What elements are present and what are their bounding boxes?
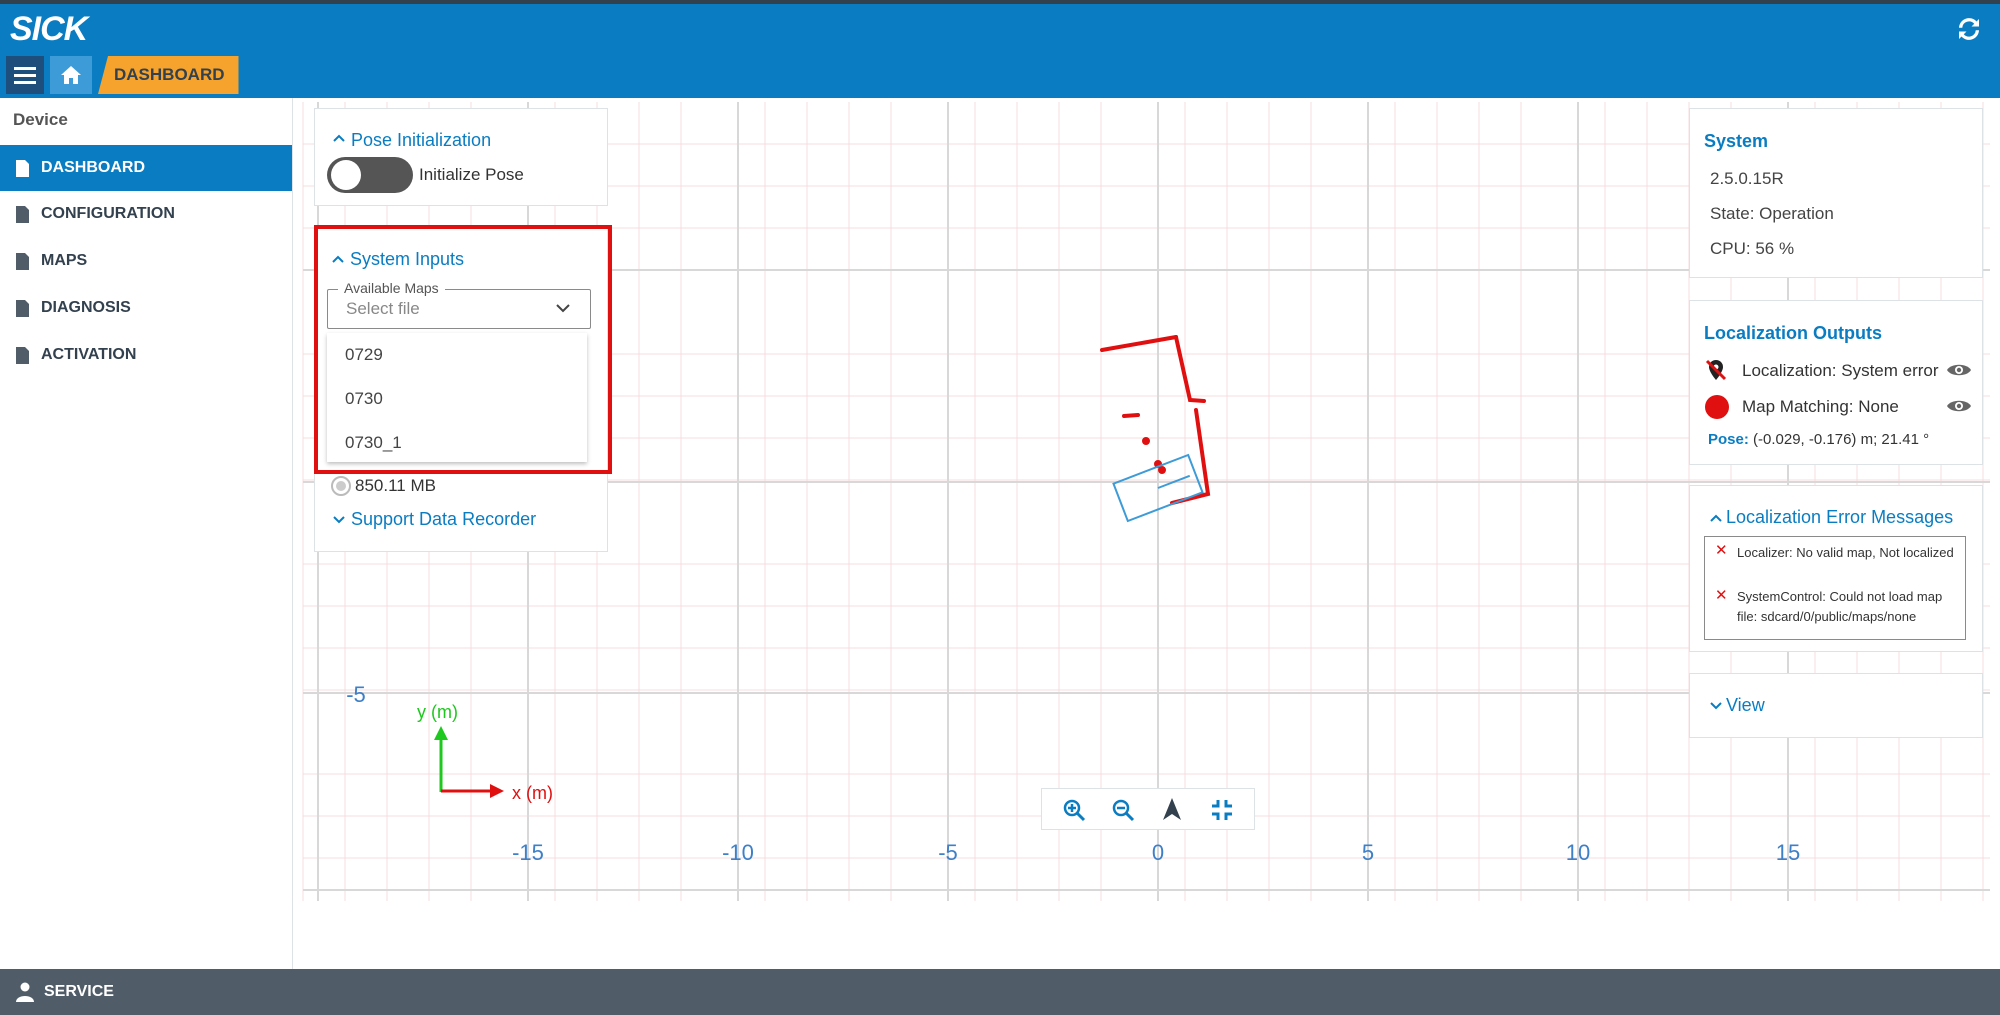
localization-error-messages-title[interactable]: Localization Error Messages (1726, 507, 1953, 528)
sidebar-item-label: CONFIGURATION (41, 205, 175, 222)
sidebar-item-label: DIAGNOSIS (41, 299, 131, 316)
x-tick-label: -15 (512, 840, 544, 865)
chevron-down-icon[interactable] (1710, 702, 1722, 710)
service-label: SERVICE (44, 983, 114, 1000)
eye-icon[interactable] (1946, 398, 1972, 414)
error-message: SystemControl: Could not load map file: … (1737, 589, 1943, 624)
sidebar-item-configuration[interactable]: CONFIGURATION (0, 191, 292, 237)
localization-outputs-title: Localization Outputs (1704, 323, 1882, 343)
error-x-icon: ✕ (1715, 587, 1728, 604)
sidebar-item-label: DASHBOARD (41, 159, 145, 176)
x-tick-label: 10 (1566, 840, 1590, 865)
select-placeholder: Select file (346, 299, 420, 318)
sidebar-item-maps[interactable]: MAPS (0, 238, 292, 284)
map-matching-status-dot (1705, 395, 1729, 419)
chevron-up-icon[interactable] (332, 255, 344, 263)
sick-logo: SICK (10, 10, 88, 48)
user-icon (16, 982, 34, 1002)
pose-initialization-title[interactable]: Pose Initialization (351, 130, 491, 151)
eye-icon[interactable] (1946, 362, 1972, 378)
pose-initialization-panel: Pose Initialization Initialize Pose (314, 108, 608, 206)
map-option[interactable]: 0729 (345, 345, 383, 365)
system-panel: System 2.5.0.15R State: Operation CPU: 5… (1689, 108, 1983, 278)
view-title[interactable]: View (1726, 695, 1765, 716)
x-tick-label: -10 (722, 840, 754, 865)
x-axis-label: x (m) (512, 783, 553, 803)
navigation-arrow-icon[interactable] (1161, 797, 1183, 821)
view-panel: View (1689, 673, 1983, 738)
sidebar-item-diagnosis[interactable]: DIAGNOSIS (0, 285, 292, 331)
error-message-list: ✕ Localizer: No valid map, Not localized… (1704, 536, 1966, 640)
support-data-recorder-title[interactable]: Support Data Recorder (351, 509, 536, 530)
x-tick-label: 5 (1362, 840, 1374, 865)
document-icon (16, 205, 29, 223)
x-tick-label: 15 (1776, 840, 1800, 865)
y-axis-label: y (m) (417, 702, 458, 722)
fit-to-screen-icon[interactable] (1210, 798, 1234, 822)
map-toolbar (1041, 788, 1255, 830)
x-tick-label: 0 (1152, 840, 1164, 865)
breadcrumb: DASHBOARD (6, 56, 239, 94)
sidebar-item-dashboard[interactable]: DASHBOARD (0, 145, 292, 191)
pose-readout: Pose: (-0.029, -0.176) m; 21.41 ° (1708, 431, 1929, 448)
sidebar-item-activation[interactable]: ACTIVATION (0, 332, 292, 378)
y-tick-label: -5 (346, 682, 366, 707)
cpu-usage: CPU: 56 % (1710, 239, 1795, 258)
sidebar: Device DASHBOARD CONFIGURATION MAPS DIAG… (0, 98, 293, 969)
localization-outputs-panel: Localization Outputs Localization: Syste… (1689, 300, 1983, 465)
error-x-icon: ✕ (1715, 542, 1728, 559)
document-icon (16, 252, 29, 270)
chevron-up-icon[interactable] (333, 134, 345, 142)
system-title: System (1704, 131, 1769, 151)
localization-error-messages-panel: Localization Error Messages ✕ Localizer:… (1689, 485, 1983, 652)
initialize-pose-label: Initialize Pose (419, 165, 524, 184)
x-tick-label: -5 (938, 840, 958, 865)
breadcrumb-dashboard[interactable]: DASHBOARD (98, 56, 239, 94)
map-option[interactable]: 0730_1 (345, 433, 402, 453)
sidebar-item-label: ACTIVATION (41, 346, 137, 363)
home-icon[interactable] (50, 56, 92, 94)
laser-scan-points (1100, 335, 1211, 505)
chevron-down-icon (556, 304, 570, 313)
localization-status: Localization: System error (1742, 361, 1939, 380)
available-maps-label: Available Maps (338, 280, 445, 296)
initialize-pose-toggle[interactable] (327, 157, 413, 193)
storage-value: 850.11 MB (355, 476, 436, 495)
zoom-in-icon[interactable] (1062, 798, 1086, 822)
zoom-out-icon[interactable] (1111, 798, 1135, 822)
pose-label: Pose: (1708, 431, 1749, 448)
dropdown-menu: 0729 0730 0730_1 (327, 333, 587, 462)
document-icon (16, 346, 29, 364)
storage-radio-icon (331, 476, 351, 496)
footer-service-bar[interactable]: SERVICE (0, 969, 2000, 1015)
system-state: State: Operation (1710, 204, 1834, 223)
hamburger-menu-icon[interactable] (6, 56, 44, 94)
axis-indicator: y (m) x (m) (417, 702, 553, 803)
available-maps-dropdown-highlight: System Inputs Available Maps Select file… (314, 225, 612, 474)
document-icon (16, 159, 29, 177)
sidebar-title: Device (13, 110, 68, 129)
refresh-icon[interactable] (1954, 14, 1984, 44)
system-inputs-title[interactable]: System Inputs (350, 249, 464, 270)
location-off-icon (1705, 359, 1727, 381)
map-option[interactable]: 0730 (345, 389, 383, 409)
pose-value: (-0.029, -0.176) m; 21.41 ° (1753, 431, 1930, 448)
chevron-up-icon[interactable] (1710, 514, 1722, 522)
firmware-version: 2.5.0.15R (1710, 169, 1784, 188)
sidebar-item-label: MAPS (41, 252, 88, 269)
app-header: SICK DASHBOARD (0, 4, 2000, 98)
toggle-knob (331, 160, 361, 190)
map-matching-status: Map Matching: None (1742, 397, 1899, 416)
available-maps-select[interactable]: Available Maps Select file (327, 280, 591, 329)
document-icon (16, 299, 29, 317)
storage-row: 850.11 MB (331, 476, 436, 496)
chevron-down-icon[interactable] (333, 516, 345, 524)
error-message: Localizer: No valid map, Not localized (1737, 545, 1954, 560)
